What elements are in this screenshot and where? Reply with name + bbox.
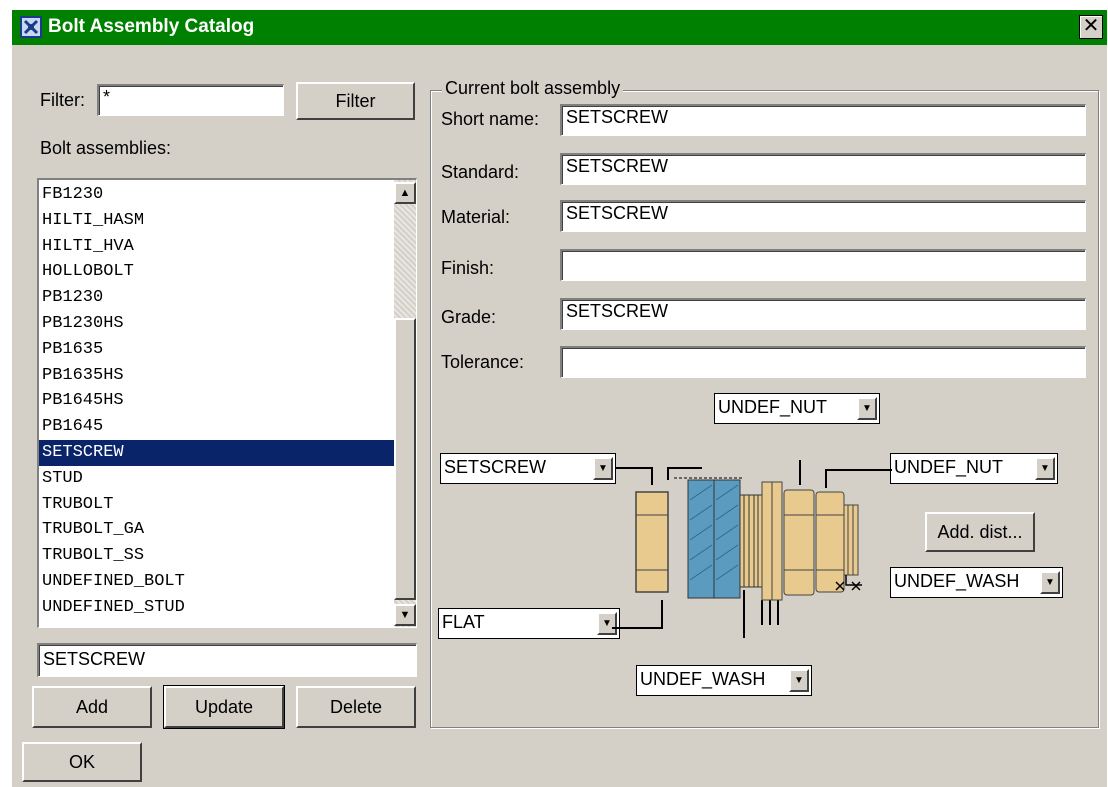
chevron-down-icon: ▼ bbox=[593, 457, 613, 480]
bolt-assembly-list[interactable]: FB1230 HILTI_HASM HILTI_HVA HOLLOBOLT PB1230… bbox=[37, 178, 417, 628]
list-item[interactable]: HOLLOBOLT bbox=[39, 259, 394, 285]
list-item[interactable]: STUD bbox=[39, 466, 394, 492]
bolt-combo[interactable]: SETSCREW ▼ bbox=[440, 453, 616, 484]
add-button[interactable]: Add bbox=[32, 686, 152, 728]
window-title: Bolt Assembly Catalog bbox=[48, 16, 255, 37]
standard-label: Standard: bbox=[441, 162, 520, 182]
scroll-up-button[interactable]: ▲ bbox=[394, 182, 416, 204]
material-input[interactable]: SETSCREW bbox=[560, 200, 1086, 232]
grade-input[interactable]: SETSCREW bbox=[560, 298, 1086, 330]
list-item[interactable]: SETSCREW bbox=[39, 439, 394, 466]
chevron-down-icon: ▼ bbox=[1040, 571, 1060, 594]
standard-input[interactable]: SETSCREW bbox=[560, 153, 1086, 185]
app-icon bbox=[20, 16, 42, 38]
list-scrollbar[interactable]: ▲ ▼ bbox=[394, 180, 416, 627]
right-washer-combo[interactable]: UNDEF_WASH ▼ bbox=[890, 567, 1063, 598]
top-nut-combo[interactable]: UNDEF_NUT ▼ bbox=[714, 393, 880, 424]
plates bbox=[674, 477, 742, 599]
short-name-label: Short name: bbox=[441, 109, 540, 129]
ok-button[interactable]: OK bbox=[22, 742, 142, 782]
list-item[interactable]: UNDEFINED_BOLT bbox=[39, 569, 394, 595]
right-nut-combo[interactable]: UNDEF_NUT ▼ bbox=[890, 453, 1058, 484]
list-item[interactable]: PB1645 bbox=[39, 414, 394, 440]
material-label: Material: bbox=[441, 207, 511, 227]
list-item[interactable]: PB1635HS bbox=[39, 363, 394, 389]
list-item[interactable]: TRUBOLT_SS bbox=[39, 543, 394, 569]
scroll-up-icon: ▲ bbox=[399, 187, 411, 199]
tolerance-input[interactable] bbox=[560, 346, 1086, 378]
finish-input[interactable] bbox=[560, 249, 1086, 281]
scroll-down-button[interactable]: ▼ bbox=[394, 604, 416, 626]
chevron-down-icon: ▼ bbox=[789, 669, 809, 692]
short-name-input[interactable]: SETSCREW bbox=[560, 104, 1086, 136]
update-button[interactable]: Update bbox=[163, 685, 285, 729]
close-icon: ✕ bbox=[1082, 15, 1100, 37]
bolt-value: SETSCREW bbox=[444, 457, 547, 477]
delete-button[interactable]: Delete bbox=[296, 686, 416, 728]
close-button[interactable]: ✕ bbox=[1079, 15, 1103, 39]
list-item[interactable]: PB1230HS bbox=[39, 311, 394, 337]
bottom-washer-value: UNDEF_WASH bbox=[640, 669, 766, 689]
bottom-washer-combo[interactable]: UNDEF_WASH ▼ bbox=[636, 665, 812, 696]
list-items: FB1230 HILTI_HASM HILTI_HVA HOLLOBOLT PB1230… bbox=[39, 182, 394, 621]
chevron-down-icon: ▼ bbox=[1035, 457, 1055, 480]
title-bar: Bolt Assembly Catalog ✕ bbox=[12, 10, 1107, 45]
chevron-down-icon: ▼ bbox=[857, 397, 877, 420]
finish-label: Finish: bbox=[441, 258, 495, 278]
filter-label: Filter: bbox=[40, 90, 85, 110]
dialog-window: Bolt Assembly Catalog ✕ Filter: * Filter… bbox=[10, 8, 1107, 787]
current-bolt-assembly-legend: Current bolt assembly bbox=[442, 78, 624, 99]
scroll-down-icon: ▼ bbox=[399, 609, 411, 621]
list-item[interactable]: TRUBOLT bbox=[39, 492, 394, 518]
bolt-head bbox=[635, 491, 669, 593]
bolt-assembly-diagram bbox=[612, 460, 892, 638]
add-dist-button[interactable]: Add. dist... bbox=[925, 512, 1035, 552]
list-item[interactable]: HILTI_HVA bbox=[39, 234, 394, 260]
list-item[interactable]: PB1635 bbox=[39, 337, 394, 363]
scroll-thumb[interactable] bbox=[394, 318, 416, 600]
list-item[interactable]: TRUBOLT_GA bbox=[39, 517, 394, 543]
grade-label: Grade: bbox=[441, 307, 497, 327]
list-item[interactable]: PB1645HS bbox=[39, 388, 394, 414]
thread bbox=[739, 494, 763, 588]
list-item[interactable]: PB1230 bbox=[39, 285, 394, 311]
bolt-assemblies-label: Bolt assemblies: bbox=[40, 138, 172, 158]
filter-input[interactable]: * bbox=[97, 84, 284, 116]
list-item[interactable]: UNDEFINED_STUD bbox=[39, 595, 394, 621]
top-nut-value: UNDEF_NUT bbox=[718, 397, 828, 417]
washer-type-value: FLAT bbox=[442, 612, 485, 632]
filter-button[interactable]: Filter bbox=[296, 82, 415, 120]
assembly-name-input[interactable]: SETSCREW bbox=[37, 643, 417, 677]
list-item[interactable]: HILTI_HASM bbox=[39, 208, 394, 234]
right-nut-value: UNDEF_NUT bbox=[894, 457, 1004, 477]
list-item[interactable]: FB1230 bbox=[39, 182, 394, 208]
right-washer-value: UNDEF_WASH bbox=[894, 571, 1020, 591]
tolerance-label: Tolerance: bbox=[441, 352, 525, 372]
washer-type-combo[interactable]: FLAT ▼ bbox=[438, 608, 620, 639]
